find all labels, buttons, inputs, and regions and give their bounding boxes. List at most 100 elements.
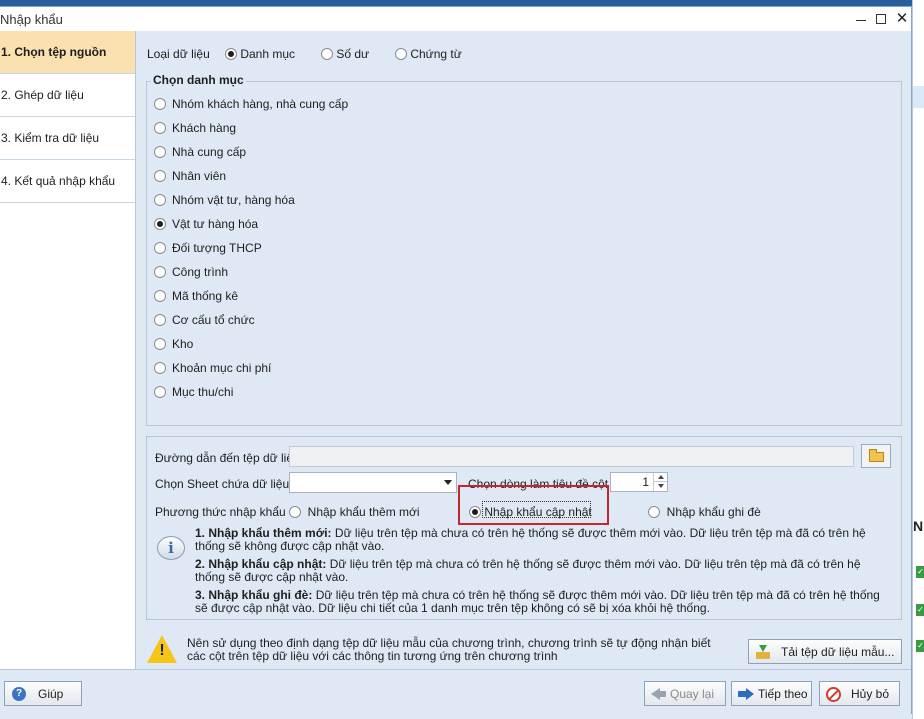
- background-heading: Nh: [913, 518, 924, 534]
- import-method-update[interactable]: Nhập khẩu cập nhật: [469, 505, 592, 519]
- minimize-button[interactable]: [852, 10, 870, 28]
- cancel-button[interactable]: Hủy bỏ: [819, 681, 900, 706]
- radio-icon: [154, 194, 166, 206]
- folder-icon: [869, 449, 884, 462]
- footer: ? Giúp Quay lại Tiếp theo Hủy bỏ: [0, 669, 911, 715]
- warning-mark: !: [159, 642, 165, 659]
- next-button[interactable]: Tiếp theo: [731, 681, 812, 706]
- category-item[interactable]: Nhà cung cấp: [154, 145, 246, 159]
- radio-icon: [154, 146, 166, 158]
- description-title: 2. Nhập khẩu cập nhật:: [195, 557, 327, 571]
- file-path-input[interactable]: [289, 446, 854, 467]
- category-item-label: Mục thu/chi: [172, 385, 234, 399]
- description-title: 1. Nhập khẩu thêm mới:: [195, 526, 332, 540]
- category-item[interactable]: Khách hàng: [154, 121, 236, 135]
- download-icon: [756, 645, 770, 659]
- category-item-label: Nhà cung cấp: [172, 145, 247, 159]
- category-item[interactable]: Mục thu/chi: [154, 385, 233, 399]
- radio-icon: [648, 506, 660, 518]
- back-label: Quay lại: [670, 687, 715, 701]
- radio-icon: [154, 266, 166, 278]
- category-item-label: Nhóm vật tư, hàng hóa: [172, 193, 295, 207]
- maximize-button[interactable]: [872, 10, 890, 28]
- wizard-steps: 1. Chọn tệp nguồn 2. Ghép dữ liệu 3. Kiể…: [0, 31, 136, 669]
- category-item-label: Nhân viên: [172, 169, 227, 183]
- background-app-panel: Nh ✓ ✓ ✓: [912, 0, 924, 719]
- import-method-overwrite[interactable]: Nhập khẩu ghi đè: [648, 505, 761, 519]
- background-check-icon: ✓: [916, 604, 924, 616]
- category-item[interactable]: Vật tư hàng hóa: [154, 217, 258, 231]
- help-button[interactable]: ? Giúp: [4, 681, 82, 706]
- option-label: Nhập khẩu cập nhật: [484, 505, 592, 519]
- download-template-label: Tải tệp dữ liệu mẫu...: [781, 645, 895, 659]
- radio-icon: [321, 48, 333, 60]
- category-item-label: Mã thống kê: [172, 289, 239, 303]
- category-item-label: Vật tư hàng hóa: [172, 217, 259, 231]
- category-item-label: Khách hàng: [172, 121, 237, 135]
- category-item[interactable]: Đối tượng THCP: [154, 241, 262, 255]
- category-item[interactable]: Nhân viên: [154, 169, 226, 183]
- category-item[interactable]: Nhóm vật tư, hàng hóa: [154, 193, 295, 207]
- arrow-left-icon: [651, 688, 666, 700]
- help-icon: ?: [12, 687, 26, 701]
- radio-icon: [154, 314, 166, 326]
- category-item-label: Công trình: [172, 265, 229, 279]
- data-type-option-category[interactable]: Danh mục: [225, 47, 295, 61]
- category-item[interactable]: Nhóm khách hàng, nhà cung cấp: [154, 97, 348, 111]
- title-bar: Nhập khẩu ✕: [0, 7, 911, 31]
- download-template-button[interactable]: Tải tệp dữ liệu mẫu...: [748, 639, 902, 664]
- radio-icon: [154, 362, 166, 374]
- category-item[interactable]: Cơ cấu tổ chức: [154, 313, 255, 327]
- category-item[interactable]: Kho: [154, 337, 193, 351]
- radio-icon: [469, 506, 481, 518]
- step-choose-source[interactable]: 1. Chọn tệp nguồn: [0, 31, 135, 74]
- help-label: Giúp: [38, 687, 64, 701]
- description-overwrite: 3. Nhập khẩu ghi đè: Dữ liệu trên tệp mà…: [195, 589, 885, 615]
- content-panel: Loại dữ liệu Danh mục Số dư Chứng từ Chọ…: [137, 31, 911, 669]
- category-item[interactable]: Khoản mục chi phí: [154, 361, 271, 375]
- close-icon: ✕: [895, 10, 909, 27]
- header-row-stepper[interactable]: 1: [610, 472, 668, 492]
- step-check-data[interactable]: 3. Kiểm tra dữ liệu: [0, 117, 135, 160]
- chevron-up-icon[interactable]: [653, 473, 667, 482]
- category-item-label: Nhóm khách hàng, nhà cung cấp: [172, 97, 349, 111]
- back-button[interactable]: Quay lại: [644, 681, 726, 706]
- step-import-result[interactable]: 4. Kết quả nhập khẩu: [0, 160, 135, 203]
- import-method-add-new[interactable]: Nhập khẩu thêm mới: [289, 505, 420, 519]
- cancel-label: Hủy bỏ: [851, 687, 890, 701]
- chevron-down-icon[interactable]: [653, 482, 667, 491]
- import-method-label: Phương thức nhập khẩu: [155, 505, 286, 519]
- data-type-option-voucher[interactable]: Chứng từ: [395, 47, 462, 61]
- radio-icon: [154, 98, 166, 110]
- background-band: [913, 86, 924, 108]
- category-item-label: Kho: [172, 337, 194, 351]
- description-update: 2. Nhập khẩu cập nhật: Dữ liệu trên tệp …: [195, 558, 885, 584]
- description-title: 3. Nhập khẩu ghi đè:: [195, 588, 313, 602]
- radio-icon: [154, 386, 166, 398]
- radio-icon: [154, 338, 166, 350]
- close-button[interactable]: ✕: [893, 10, 911, 28]
- notice-text: Nên sử dụng theo định dạng tệp dữ liệu m…: [187, 636, 711, 663]
- sheet-select[interactable]: [289, 472, 457, 493]
- radio-icon: [289, 506, 301, 518]
- cancel-icon: [826, 687, 841, 702]
- arrow-right-icon: [738, 688, 754, 700]
- minimize-icon: [856, 20, 866, 21]
- data-type-label: Loại dữ liệu: [147, 47, 210, 61]
- data-type-option-balance[interactable]: Số dư: [321, 47, 369, 61]
- background-check-icon: ✓: [916, 640, 924, 652]
- step-map-data[interactable]: 2. Ghép dữ liệu: [0, 74, 135, 117]
- sheet-label: Chọn Sheet chứa dữ liệu: [155, 477, 290, 491]
- category-legend: Chọn danh mục: [151, 73, 246, 87]
- window-title: Nhập khẩu: [0, 12, 63, 27]
- category-item[interactable]: Mã thống kê: [154, 289, 238, 303]
- radio-icon: [395, 48, 407, 60]
- browse-button[interactable]: [861, 444, 891, 468]
- option-label: Danh mục: [240, 47, 296, 61]
- header-row-value: 1: [642, 475, 649, 489]
- category-item[interactable]: Công trình: [154, 265, 228, 279]
- radio-icon: [154, 170, 166, 182]
- chevron-down-icon: [444, 480, 452, 485]
- description-add-new: 1. Nhập khẩu thêm mới: Dữ liệu trên tệp …: [195, 527, 885, 553]
- next-label: Tiếp theo: [758, 687, 808, 701]
